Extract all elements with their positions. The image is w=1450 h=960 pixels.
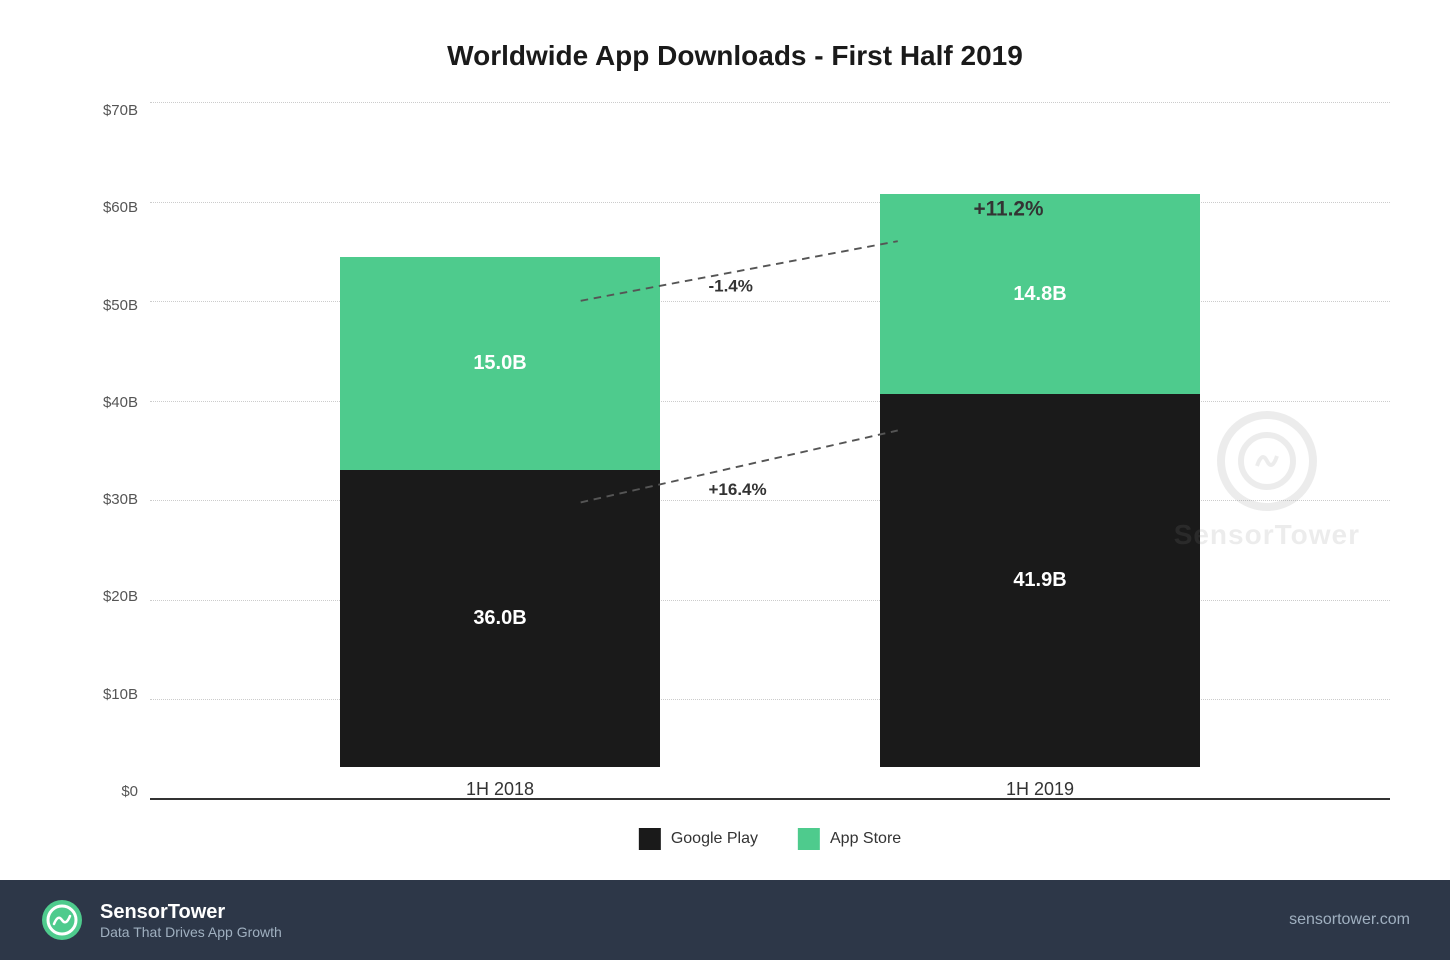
watermark: SensorTower [1174,411,1360,551]
y-axis: $0 $10B $20B $30B $40B $50B $60B $70B [80,102,150,860]
y-label-50: $50B [80,297,150,314]
legend-box-app-store [798,828,820,850]
stacked-bar-2018: 15.0B 36.0B [340,257,660,767]
y-label-10: $10B [80,686,150,703]
footer: SensorTower Data That Drives App Growth … [0,880,1450,960]
bar-group-2018: 15.0B 36.0B 1H 2018 [340,257,660,800]
bar-app-store-2018: 15.0B [340,257,660,470]
footer-brand-name: SensorTower [100,901,282,924]
bar-group-2019: 14.8B 41.9B 1H 2019 [880,194,1200,800]
chart-plot: 15.0B 36.0B 1H 2018 14.8B [150,102,1390,860]
bar-app-store-2019: 14.8B [880,194,1200,394]
chart-body: $0 $10B $20B $30B $40B $50B $60B $70B [80,102,1390,860]
y-label-60: $60B [80,199,150,216]
period-label-2018: 1H 2018 [466,779,534,800]
footer-brand: SensorTower Data That Drives App Growth [100,901,282,940]
footer-left: SensorTower Data That Drives App Growth [40,898,282,942]
legend-box-google-play [639,828,661,850]
y-label-40: $40B [80,394,150,411]
legend: Google Play App Store [639,828,901,850]
y-label-20: $20B [80,588,150,605]
bar-google-play-2019: 41.9B [880,394,1200,767]
footer-tagline: Data That Drives App Growth [100,924,282,940]
y-label-30: $30B [80,491,150,508]
chart-area: Worldwide App Downloads - First Half 201… [0,0,1450,880]
chart-title: Worldwide App Downloads - First Half 201… [80,40,1390,72]
legend-item-google-play: Google Play [639,828,758,850]
legend-label-app-store: App Store [830,830,901,848]
y-label-0: $0 [80,783,150,800]
footer-url: sensortower.com [1289,911,1410,929]
legend-label-google-play: Google Play [671,830,758,848]
y-label-70: $70B [80,102,150,119]
stacked-bar-2019: 14.8B 41.9B [880,194,1200,767]
bar-google-play-2018: 36.0B [340,470,660,767]
sensortower-logo-icon [40,898,84,942]
watermark-text: SensorTower [1174,519,1360,551]
legend-item-app-store: App Store [798,828,901,850]
watermark-icon [1217,411,1317,511]
period-label-2019: 1H 2019 [1006,779,1074,800]
